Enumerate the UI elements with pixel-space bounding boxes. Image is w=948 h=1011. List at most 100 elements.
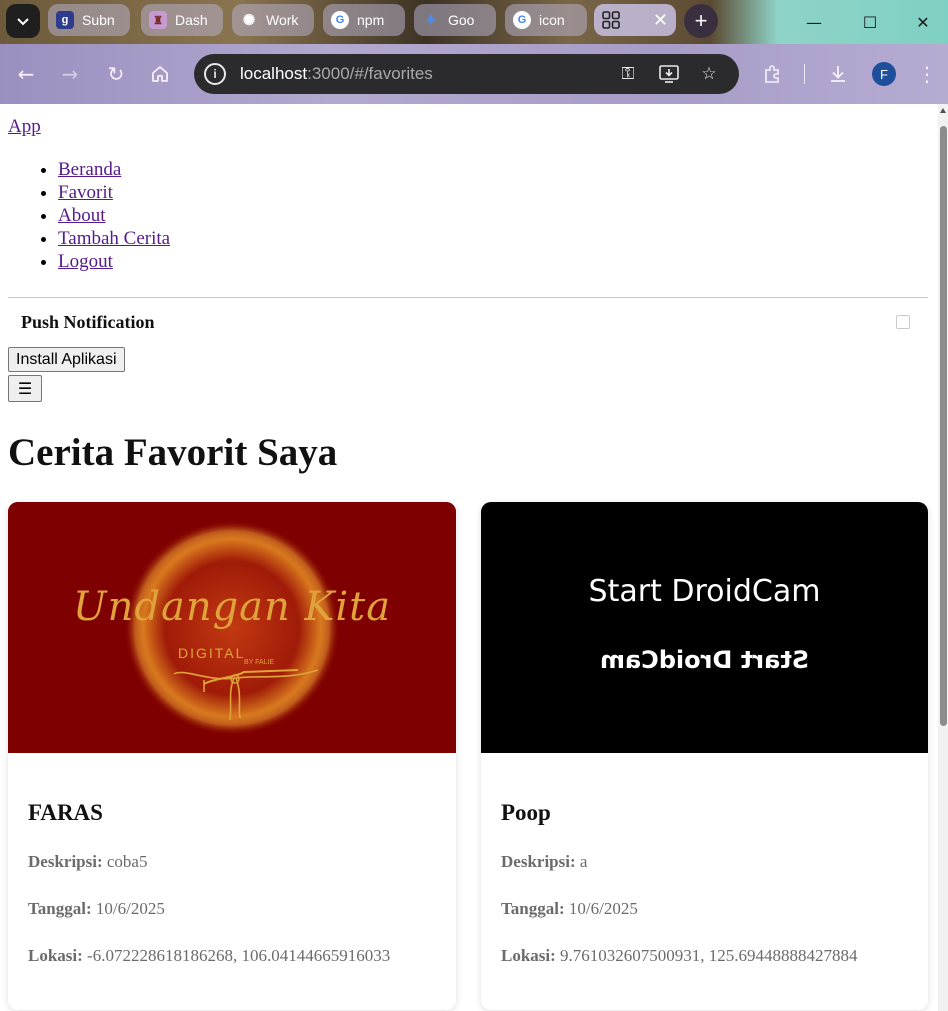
plus-icon: + <box>694 8 708 33</box>
url-host: localhost <box>240 64 308 83</box>
browser-menu-button[interactable]: ⋮ <box>914 58 940 90</box>
nav-divider <box>8 297 928 298</box>
arrow-left-icon: ← <box>17 62 35 86</box>
scroll-up-arrow-icon[interactable] <box>940 108 946 113</box>
forward-button[interactable]: → <box>54 58 86 90</box>
description-label: Deskripsi: <box>28 852 103 871</box>
browser-tab[interactable]: ✦ Goo <box>414 4 496 36</box>
tab-label: npm <box>357 12 385 28</box>
page-viewport: App Beranda Favorit About Tambah Cerita … <box>0 104 938 1011</box>
story-description: Deskripsi: a <box>501 852 587 872</box>
chevron-down-icon <box>17 18 29 26</box>
tab-label: Dash <box>175 12 208 28</box>
date-label: Tanggal: <box>28 899 92 918</box>
browser-tab[interactable]: G icon <box>505 4 587 36</box>
story-card[interactable]: Undangan Kita DIGITAL BY FALIE FARAS Des… <box>8 502 456 1010</box>
site-info-icon[interactable]: i <box>204 63 226 85</box>
location-value: -6.072228618186268, 106.04144665916033 <box>87 946 391 965</box>
more-vertical-icon: ⋮ <box>917 62 937 86</box>
description-label: Deskripsi: <box>501 852 576 871</box>
nav-link-about[interactable]: About <box>58 205 106 226</box>
openai-icon: ✺ <box>242 12 256 29</box>
maximize-button[interactable]: ☐ <box>842 0 898 44</box>
downloads-button[interactable] <box>822 58 854 90</box>
g-logo-icon: g <box>56 11 74 29</box>
profile-avatar[interactable]: F <box>872 62 896 86</box>
browser-tab-active[interactable]: ✕ <box>594 4 676 36</box>
nav-item-favorit: Favorit <box>58 181 170 204</box>
browser-tab[interactable]: g Subn <box>48 4 130 36</box>
reload-button[interactable]: ↻ <box>100 58 132 90</box>
nav-link-tambah-cerita[interactable]: Tambah Cerita <box>58 228 170 249</box>
app-brand-link[interactable]: App <box>8 116 41 138</box>
story-card[interactable]: Start DroidCam Start DroidCam Poop Deskr… <box>481 502 928 1010</box>
location-label: Lokasi: <box>28 946 83 965</box>
puzzle-icon <box>765 65 779 83</box>
nav-link-favorit[interactable]: Favorit <box>58 182 113 203</box>
story-date: Tanggal: 10/6/2025 <box>501 899 638 919</box>
grid-icon <box>602 11 620 29</box>
main-navigation: Beranda Favorit About Tambah Cerita Logo… <box>8 158 170 273</box>
download-icon <box>831 66 845 82</box>
tab-label: Work <box>266 12 299 28</box>
google-icon: G <box>331 11 349 29</box>
gemini-icon: ✦ <box>424 12 438 29</box>
close-icon: ✕ <box>916 12 930 32</box>
reload-icon: ↻ <box>107 62 125 86</box>
nav-link-logout[interactable]: Logout <box>58 251 113 272</box>
home-button[interactable] <box>144 58 176 90</box>
nav-link-beranda[interactable]: Beranda <box>58 159 121 180</box>
hamburger-icon: ☰ <box>17 379 33 398</box>
story-description: Deskripsi: coba5 <box>28 852 147 872</box>
minimize-button[interactable]: — <box>786 0 842 44</box>
url-path: :3000/#/favorites <box>307 64 433 83</box>
image-mirrored-text: Start DroidCam <box>599 646 810 674</box>
browser-tab[interactable]: ✺ Work <box>232 4 314 36</box>
password-key-icon[interactable]: ⚿ <box>616 62 640 86</box>
close-window-button[interactable]: ✕ <box>898 0 948 44</box>
description-value: coba5 <box>106 852 148 871</box>
location-label: Lokasi: <box>501 946 556 965</box>
browser-tab[interactable]: G npm <box>323 4 405 36</box>
push-notification-label: Push Notification <box>21 312 155 332</box>
new-tab-button[interactable]: + <box>684 4 718 38</box>
scrollbar-thumb[interactable] <box>940 126 947 726</box>
back-button[interactable]: ← <box>10 58 42 90</box>
nav-item-tambah-cerita: Tambah Cerita <box>58 227 170 250</box>
image-title-text: Undangan Kita <box>72 584 392 630</box>
arrow-right-icon: → <box>61 62 79 86</box>
story-location: Lokasi: 9.761032607500931, 125.694488884… <box>501 946 858 966</box>
tab-label: icon <box>539 12 565 28</box>
home-icon <box>152 66 168 82</box>
story-date: Tanggal: 10/6/2025 <box>28 899 165 919</box>
nav-item-beranda: Beranda <box>58 158 170 181</box>
tab-label: Subn <box>82 12 115 28</box>
image-subtitle-text: DIGITAL <box>178 645 246 661</box>
date-value: 10/6/2025 <box>568 899 638 918</box>
url-text[interactable]: localhost:3000/#/favorites <box>240 64 433 84</box>
date-value: 10/6/2025 <box>95 899 165 918</box>
shield-crest-icon: ♜ <box>149 11 167 29</box>
close-tab-icon[interactable]: ✕ <box>653 10 668 31</box>
menu-toggle-button[interactable]: ☰ <box>8 375 42 402</box>
address-bar[interactable]: i localhost:3000/#/favorites ⚿ ☆ <box>194 54 739 94</box>
google-icon: G <box>513 11 531 29</box>
story-image: Start DroidCam Start DroidCam <box>481 502 928 753</box>
nav-item-logout: Logout <box>58 250 170 273</box>
push-notification-checkbox[interactable] <box>896 315 910 329</box>
story-location: Lokasi: -6.072228618186268, 106.04144665… <box>28 946 390 966</box>
bookmark-star-icon[interactable]: ☆ <box>697 62 721 86</box>
location-value: 9.761032607500931, 125.69448888427884 <box>560 946 858 965</box>
browser-toolbar: ← → ↻ i localhost:3000/#/favorites ⚿ ☆ F… <box>0 44 948 104</box>
page-scrollbar[interactable] <box>938 104 948 1011</box>
install-app-button[interactable]: Install Aplikasi <box>8 347 125 372</box>
browser-tab[interactable]: ♜ Dash <box>141 4 223 36</box>
image-title-text: Start DroidCam <box>588 574 821 609</box>
install-app-icon[interactable] <box>657 62 681 86</box>
story-name: Poop <box>501 800 551 825</box>
maximize-icon: ☐ <box>862 12 878 32</box>
extensions-button[interactable] <box>756 58 788 90</box>
story-name: FARAS <box>28 800 103 825</box>
nav-item-about: About <box>58 204 170 227</box>
tab-search-button[interactable] <box>6 4 40 38</box>
